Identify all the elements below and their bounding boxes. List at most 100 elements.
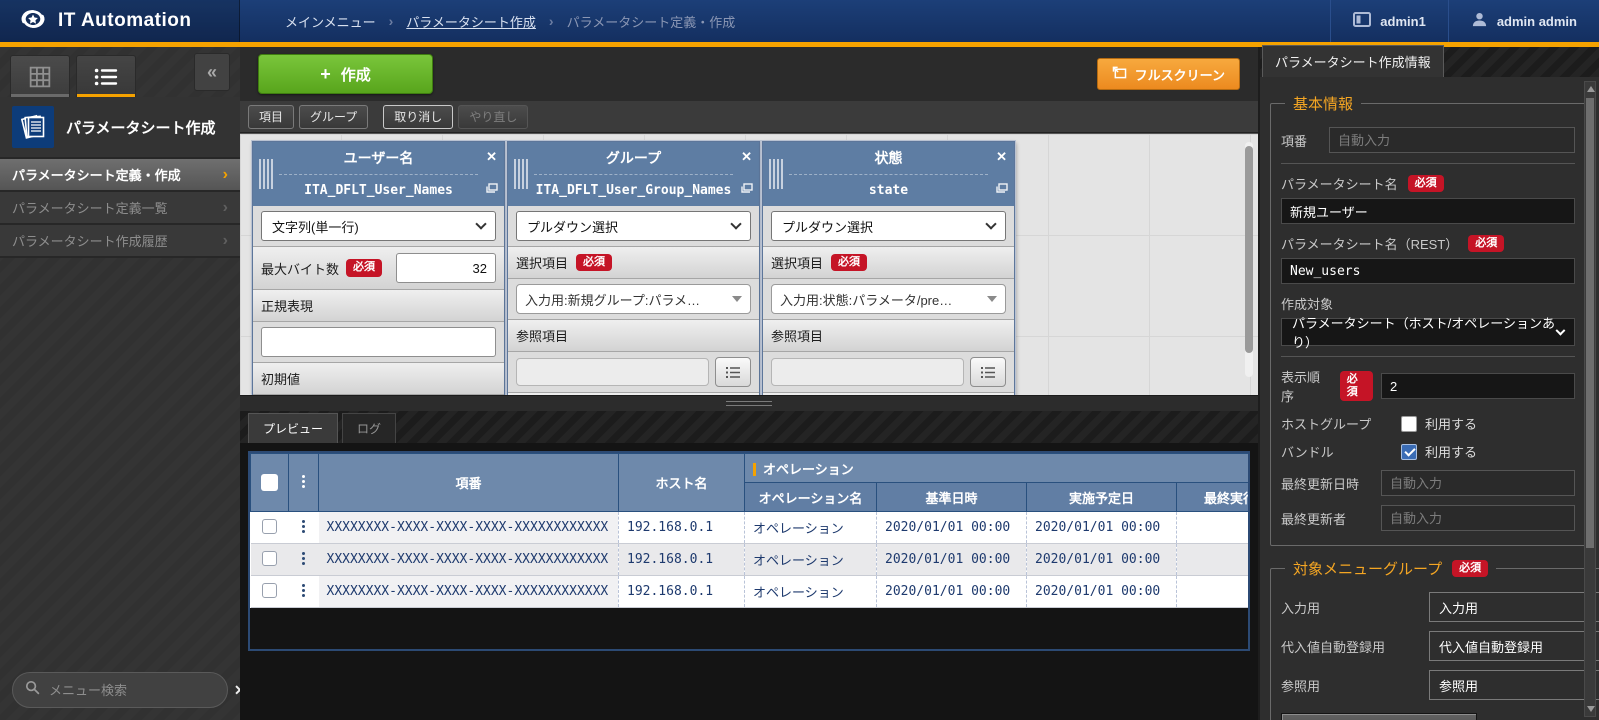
preview-resize-divider[interactable] [240, 395, 1258, 411]
breadcrumb-sheet-create[interactable]: パラメータシート作成 [406, 12, 536, 31]
popup-icon[interactable] [486, 180, 498, 198]
undo-button[interactable]: 取り消し [383, 105, 453, 129]
menu-group-substitute-row: 代入値自動登録用 [1281, 631, 1599, 661]
close-icon[interactable]: ✕ [741, 149, 752, 165]
item-type-select[interactable]: プルダウン選択 [771, 211, 1006, 241]
regex-input[interactable] [261, 327, 496, 357]
row-checkbox[interactable] [262, 519, 277, 534]
top-header: IT Automation メインメニュー › パラメータシート作成 › パラメ… [0, 0, 1599, 42]
substitute-field[interactable] [1429, 631, 1599, 661]
redo-button[interactable]: やり直し [458, 105, 528, 129]
select-item-select[interactable]: 入力用:状態:パラメータ/pre… [771, 284, 1006, 314]
chevron-right-icon: › [223, 199, 228, 217]
drag-handle[interactable] [763, 142, 789, 206]
row-select-cell [251, 576, 289, 608]
breadcrumb-main-menu[interactable]: メインメニュー [285, 12, 376, 31]
canvas-scrollbar-thumb[interactable] [1245, 146, 1253, 353]
sheet-info-panel: パラメータシート作成情報 基本情報 項番 パラメータシート名 必須 パラメータシ… [1258, 47, 1599, 720]
sheet-name-input[interactable] [1281, 198, 1575, 224]
max-bytes-input[interactable] [396, 253, 496, 283]
create-target-label: 作成対象 [1281, 294, 1333, 313]
sidebar-item-label: パラメータシート定義一覧 [12, 198, 168, 217]
sidebar-item-create-history[interactable]: パラメータシート作成履歴› [0, 225, 240, 258]
select-item-select[interactable]: 入力用:新規グループ:パラメ… [516, 284, 751, 314]
row-checkbox[interactable] [262, 551, 277, 566]
create-target-select[interactable]: パラメータシート（ホスト/オペレーションあり） [1281, 318, 1575, 346]
popup-icon[interactable] [741, 180, 753, 198]
bundle-checkbox[interactable] [1401, 444, 1417, 460]
tab-menu-list[interactable] [76, 55, 136, 97]
sidebar-collapse-button[interactable]: « [194, 53, 230, 91]
row-checkbox[interactable] [262, 583, 277, 598]
reference-list-button[interactable] [715, 357, 751, 387]
item-card-header: グループ ✕ ITA_DFLT_User_Group_Names [508, 142, 759, 206]
close-icon[interactable]: ✕ [486, 149, 497, 165]
kebab-menu-icon[interactable] [302, 475, 305, 478]
close-icon[interactable]: ✕ [996, 149, 1007, 165]
sheet-name-rest-input[interactable] [1281, 258, 1575, 284]
reference-label: 参照項目 [771, 326, 823, 345]
required-badge: 必須 [576, 254, 612, 271]
host-cell: 192.168.0.1 [619, 576, 745, 608]
initial-label-row: 初期値 [763, 392, 1014, 395]
canvas-scrollbar[interactable] [1245, 142, 1253, 377]
select-menu-group-button[interactable]: 対象メニューグループを選択 [1281, 713, 1477, 720]
item-no-cell: XXXXXXXX-XXXX-XXXX-XXXX-XXXXXXXXXXXX [319, 576, 619, 608]
plus-icon: + [320, 65, 331, 83]
reference-list-button[interactable] [970, 357, 1006, 387]
for-input-label: 入力用 [1281, 598, 1423, 617]
sidebar-item-define-list[interactable]: パラメータシート定義一覧 › [0, 192, 240, 225]
workspace-menu[interactable]: admin1 [1330, 0, 1448, 42]
for-input-field[interactable] [1429, 592, 1599, 622]
tab-log[interactable]: ログ [342, 413, 396, 443]
required-badge: 必須 [831, 254, 867, 271]
scroll-up-icon[interactable] [1587, 86, 1595, 92]
max-bytes-row: 最大バイト数 必須 [253, 246, 504, 289]
item-type-select[interactable]: 文字列(単一行) [261, 211, 496, 241]
base-datetime-cell: 2020/01/01 00:00 [877, 512, 1027, 544]
drag-handle[interactable] [508, 142, 534, 206]
last-run-cell [1177, 512, 1251, 544]
fullscreen-button[interactable]: フルスクリーン [1097, 58, 1240, 90]
logo-swirl-icon [18, 6, 48, 37]
kebab-menu-icon[interactable] [302, 520, 305, 523]
select-all-checkbox[interactable] [261, 474, 278, 491]
drag-handle[interactable] [253, 142, 279, 206]
tab-preview[interactable]: プレビュー [248, 413, 338, 443]
for-reference-label: 参照用 [1281, 676, 1423, 695]
tab-sheet-info[interactable]: パラメータシート作成情報 [1262, 45, 1444, 77]
item-type-select[interactable]: プルダウン選択 [516, 211, 751, 241]
dropdown-triangle-icon [732, 296, 742, 302]
parameter-sheets-icon [12, 106, 54, 148]
scroll-down-icon[interactable] [1587, 706, 1595, 712]
host-group-checkbox[interactable] [1401, 416, 1417, 432]
group-accent-bar [753, 463, 756, 476]
sidebar-item-label: パラメータシート作成履歴 [12, 231, 168, 250]
app-logo[interactable]: IT Automation [0, 0, 240, 42]
kebab-menu-icon[interactable] [302, 552, 305, 555]
item-no-cell: XXXXXXXX-XXXX-XXXX-XXXX-XXXXXXXXXXXX [319, 544, 619, 576]
select-item-label: 選択項目 [771, 253, 823, 272]
display-order-input[interactable] [1381, 373, 1575, 399]
item-title: 状態 [789, 142, 988, 174]
tab-menu-grid[interactable] [10, 55, 70, 97]
item-card-header: 状態 ✕ state [763, 142, 1014, 206]
item-no-row: 項番 [1281, 127, 1575, 153]
add-item-button[interactable]: 項目 [248, 105, 294, 129]
popup-icon[interactable] [996, 180, 1008, 198]
menu-search-input[interactable] [49, 683, 225, 698]
sheet-name-rest-label: パラメータシート名（REST） [1281, 234, 1458, 253]
sidebar-item-define-create[interactable]: パラメータシート定義・作成› [0, 159, 240, 192]
panel-scrollbar[interactable] [1584, 81, 1596, 717]
item-type-value: プルダウン選択 [782, 217, 873, 236]
preview-table-wrapper: 項番 ホスト名 オペレーション オペレーション名 基準日時 実施予定日 最終実行… [248, 451, 1250, 651]
add-group-button[interactable]: グループ [299, 105, 368, 129]
panel-scrollbar-thumb[interactable] [1586, 98, 1594, 548]
item-title: グループ [534, 142, 733, 174]
user-menu[interactable]: admin admin [1448, 0, 1599, 42]
create-button[interactable]: + 作成 [258, 54, 433, 94]
for-reference-field[interactable] [1429, 670, 1599, 700]
col-header-base-datetime: 基準日時 [877, 483, 1027, 512]
kebab-menu-icon[interactable] [302, 584, 305, 587]
sheet-design-canvas[interactable]: ユーザー名 ✕ ITA_DFLT_User_Names 文字列(単一行) 最大バ… [240, 133, 1258, 395]
